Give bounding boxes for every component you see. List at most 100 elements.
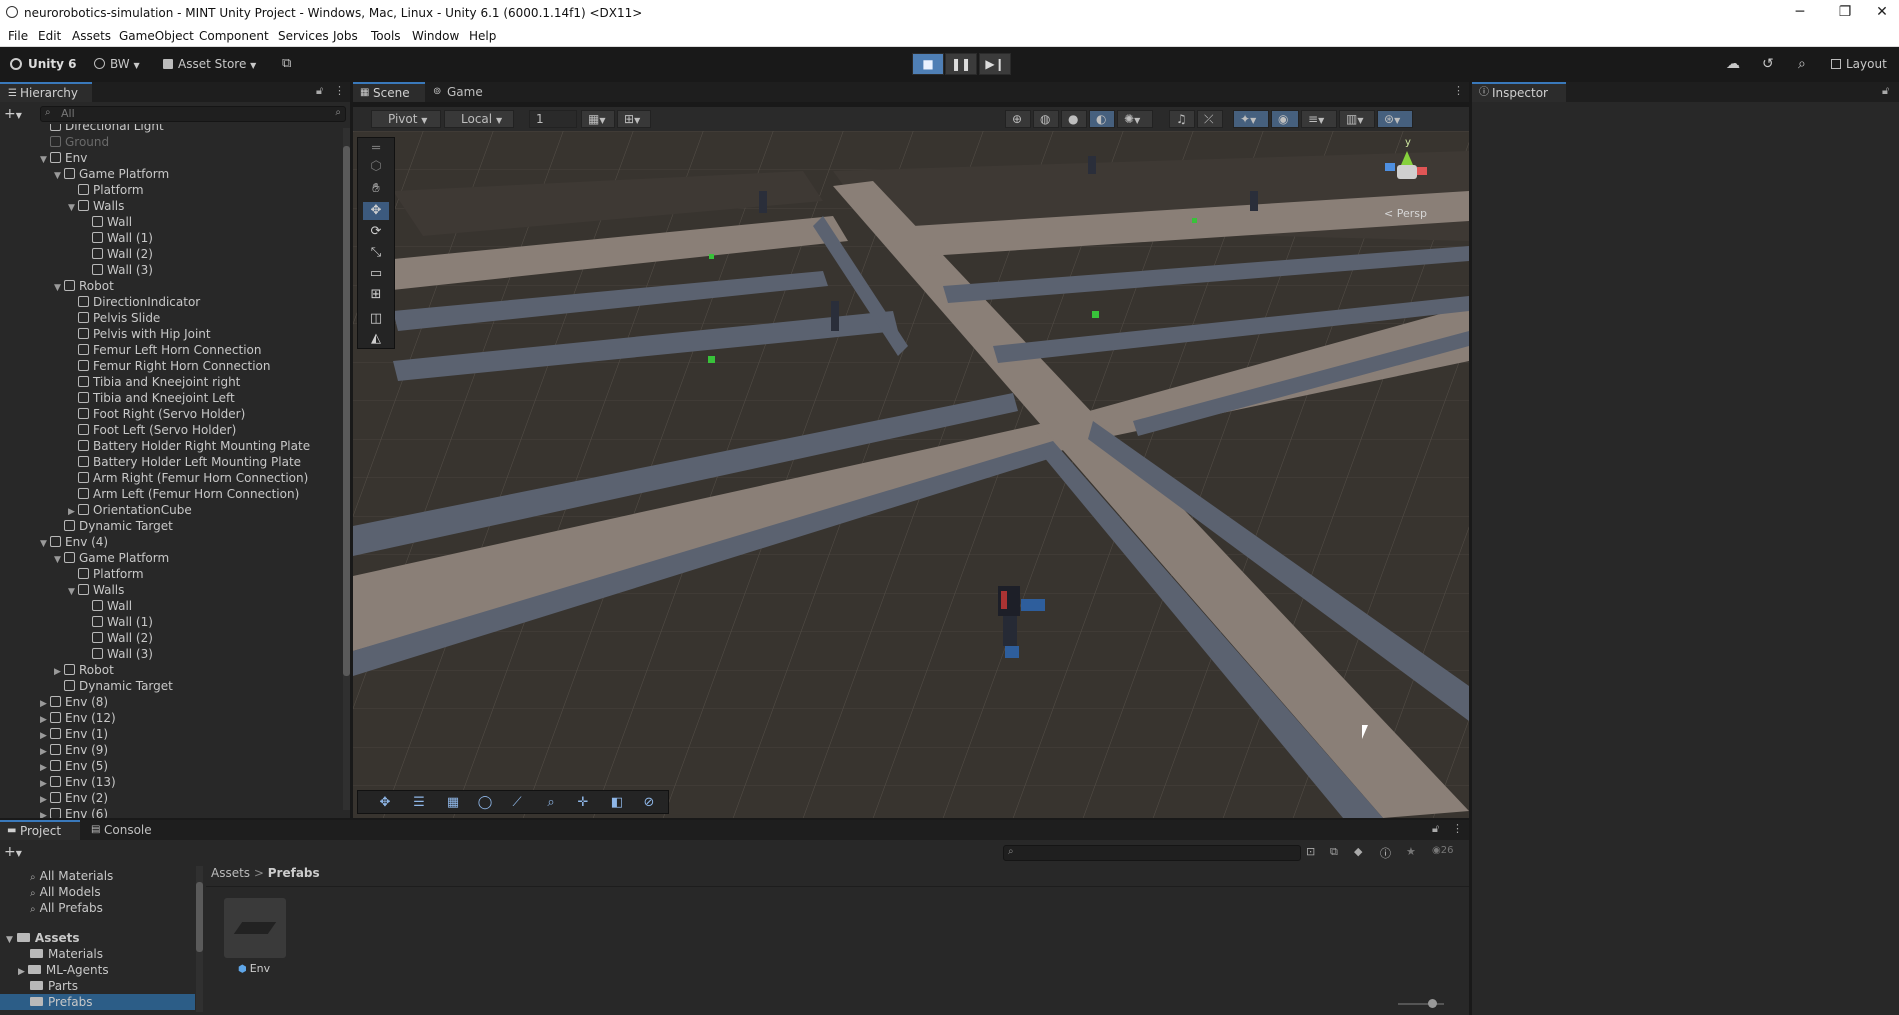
snap-settings-dropdown[interactable]: ⊞▼: [617, 110, 651, 128]
hierarchy-row[interactable]: ▶ Env (8): [40, 694, 108, 710]
slider-handle[interactable]: [1428, 999, 1437, 1008]
gizmo-z-axis[interactable]: [1385, 163, 1395, 171]
gizmos-dropdown[interactable]: ⊛▼: [1377, 110, 1413, 128]
lock-icon[interactable]: 🔓︎: [316, 84, 323, 98]
menu-assets[interactable]: Assets: [72, 29, 111, 43]
hierarchy-row[interactable]: Tibia and Kneejoint Left: [68, 390, 235, 406]
hierarchy-row[interactable]: ▼ Game Platform: [54, 550, 169, 566]
search-options-icon[interactable]: ⌕: [335, 107, 341, 118]
breadcrumb-prefabs[interactable]: Prefabs: [268, 866, 320, 880]
pause-button[interactable]: ❚❚: [945, 53, 977, 75]
hierarchy-row[interactable]: Directional Light: [40, 124, 164, 134]
hierarchy-row[interactable]: ▶ Env (12): [40, 710, 116, 726]
hierarchy-row[interactable]: Battery Holder Left Mounting Plate: [68, 454, 301, 470]
hierarchy-row[interactable]: Wall (2): [82, 246, 153, 262]
drag-handle-icon[interactable]: ═: [363, 140, 389, 158]
hierarchy-row[interactable]: Wall (3): [82, 646, 153, 662]
menu-component[interactable]: Component: [199, 29, 269, 43]
shaded-button[interactable]: ●: [1061, 110, 1087, 128]
chevron-down-icon[interactable]: ▼: [68, 584, 78, 600]
hierarchy-row[interactable]: ▶ Env (9): [40, 742, 108, 758]
hierarchy-row[interactable]: Wall (3): [82, 262, 153, 278]
hierarchy-row[interactable]: ▶ Env (5): [40, 758, 108, 774]
overlay-dropdown[interactable]: ≡▼: [1301, 110, 1337, 128]
menu-edit[interactable]: Edit: [38, 29, 61, 43]
tab-game[interactable]: ⊚ Game: [427, 82, 497, 102]
effects-dropdown[interactable]: ✦▼: [1233, 110, 1269, 128]
chevron-right-icon[interactable]: ▶: [40, 808, 50, 818]
search-by-type-icon[interactable]: ⊡: [1306, 845, 1315, 858]
zoom-icon[interactable]: ⌕: [538, 794, 564, 812]
more-options-icon[interactable]: ⋮: [334, 84, 345, 97]
scene-viewport[interactable]: y < Persp: [353, 131, 1469, 818]
hierarchy-row[interactable]: ▶ OrientationCube: [68, 502, 192, 518]
hierarchy-row[interactable]: Wall: [82, 214, 132, 230]
grid-snap-field[interactable]: 1: [529, 110, 577, 128]
hierarchy-row[interactable]: Wall (1): [82, 230, 153, 246]
gizmo-x-axis[interactable]: [1417, 167, 1427, 175]
hierarchy-scrollbar[interactable]: [343, 128, 350, 810]
orientation-gizmo[interactable]: y: [1381, 137, 1441, 192]
lock-icon[interactable]: 🔓︎: [1432, 822, 1439, 836]
hierarchy-row[interactable]: Pelvis Slide: [68, 310, 160, 326]
more-options-icon[interactable]: ⋮: [1452, 822, 1463, 835]
info-icon[interactable]: ⓘ: [1380, 845, 1391, 861]
hierarchy-row[interactable]: Tibia and Kneejoint right: [68, 374, 240, 390]
camera-dropdown[interactable]: ▥▼: [1339, 110, 1375, 128]
hierarchy-row[interactable]: Battery Holder Right Mounting Plate: [68, 438, 310, 454]
tag-icon[interactable]: ◆: [1354, 845, 1362, 858]
hierarchy-search-input[interactable]: ⌕ All ⌕: [40, 106, 346, 122]
tab-scene[interactable]: ▦ Scene: [353, 82, 425, 102]
hierarchy-row[interactable]: Arm Right (Femur Horn Connection): [68, 470, 308, 486]
hierarchy-row[interactable]: ▶ Env (6): [40, 806, 108, 818]
step-button[interactable]: ▶❙: [979, 53, 1011, 75]
asset-store-dropdown[interactable]: Asset Store ▼: [163, 54, 256, 74]
hierarchy-row[interactable]: Femur Left Horn Connection: [68, 342, 261, 358]
tab-hierarchy[interactable]: ☰ Hierarchy: [0, 82, 92, 102]
cloud-icon[interactable]: ☁: [1726, 54, 1740, 74]
gizmo-y-axis[interactable]: [1401, 151, 1413, 165]
assets-root[interactable]: ▼ Assets: [6, 930, 80, 946]
grid-visibility-dropdown[interactable]: ▦▼: [581, 110, 615, 128]
chevron-down-icon[interactable]: ▼: [68, 200, 78, 216]
hierarchy-row[interactable]: Femur Right Horn Connection: [68, 358, 271, 374]
history-icon[interactable]: ↺: [1762, 54, 1774, 74]
menu-services[interactable]: Services: [278, 29, 329, 43]
breadcrumb-assets[interactable]: Assets: [211, 866, 250, 880]
search-icon[interactable]: ⌕: [1798, 54, 1806, 74]
create-button[interactable]: +▼: [4, 105, 24, 123]
menu-jobs[interactable]: Jobs: [333, 29, 358, 43]
pivot-dropdown[interactable]: Pivot ▼: [371, 110, 441, 128]
view-tool-icon[interactable]: ⬡: [363, 158, 389, 176]
search-by-label-icon[interactable]: ⧉: [1330, 845, 1338, 859]
chevron-down-icon[interactable]: ▼: [54, 552, 64, 568]
ruler-icon[interactable]: ⟋: [504, 794, 530, 812]
hierarchy-row[interactable]: ▶ Env (1): [40, 726, 108, 742]
menu-help[interactable]: Help: [469, 29, 496, 43]
hierarchy-row[interactable]: Platform: [68, 182, 144, 198]
camera-icon[interactable]: ◧: [604, 794, 630, 812]
unity-account-button[interactable]: Unity 6: [10, 54, 77, 74]
chevron-down-icon[interactable]: ▼: [40, 536, 50, 552]
stop-icon[interactable]: ⊘: [636, 794, 662, 812]
custom-tool-icon[interactable]: ◫: [363, 310, 389, 328]
version-control-icon[interactable]: ⧉: [282, 54, 291, 74]
gizmo-center[interactable]: [1397, 165, 1417, 179]
transform-tool-icon[interactable]: ⊞: [363, 286, 389, 304]
lighting-dropdown[interactable]: ✺▼: [1117, 110, 1153, 128]
hierarchy-row[interactable]: ▶ Robot: [54, 662, 114, 678]
chevron-down-icon[interactable]: ▼: [40, 152, 50, 168]
hierarchy-row[interactable]: Foot Left (Servo Holder): [68, 422, 236, 438]
shaded-wireframe-button[interactable]: ◐: [1089, 110, 1115, 128]
hierarchy-row[interactable]: Platform: [68, 566, 144, 582]
navigation-icon[interactable]: ✥: [372, 794, 398, 812]
chevron-down-icon[interactable]: ▼: [54, 280, 64, 296]
close-button[interactable]: ✕: [1866, 2, 1898, 22]
hierarchy-row[interactable]: ▼ Robot: [54, 278, 114, 294]
folder-parts[interactable]: Parts: [30, 978, 78, 994]
sphere-icon[interactable]: ◯: [472, 794, 498, 812]
project-tree-scrollbar-thumb[interactable]: [196, 882, 203, 952]
hierarchy-row[interactable]: Foot Right (Servo Holder): [68, 406, 245, 422]
projection-label[interactable]: < Persp: [1384, 207, 1427, 220]
project-search-input[interactable]: ⌕: [1003, 845, 1301, 861]
